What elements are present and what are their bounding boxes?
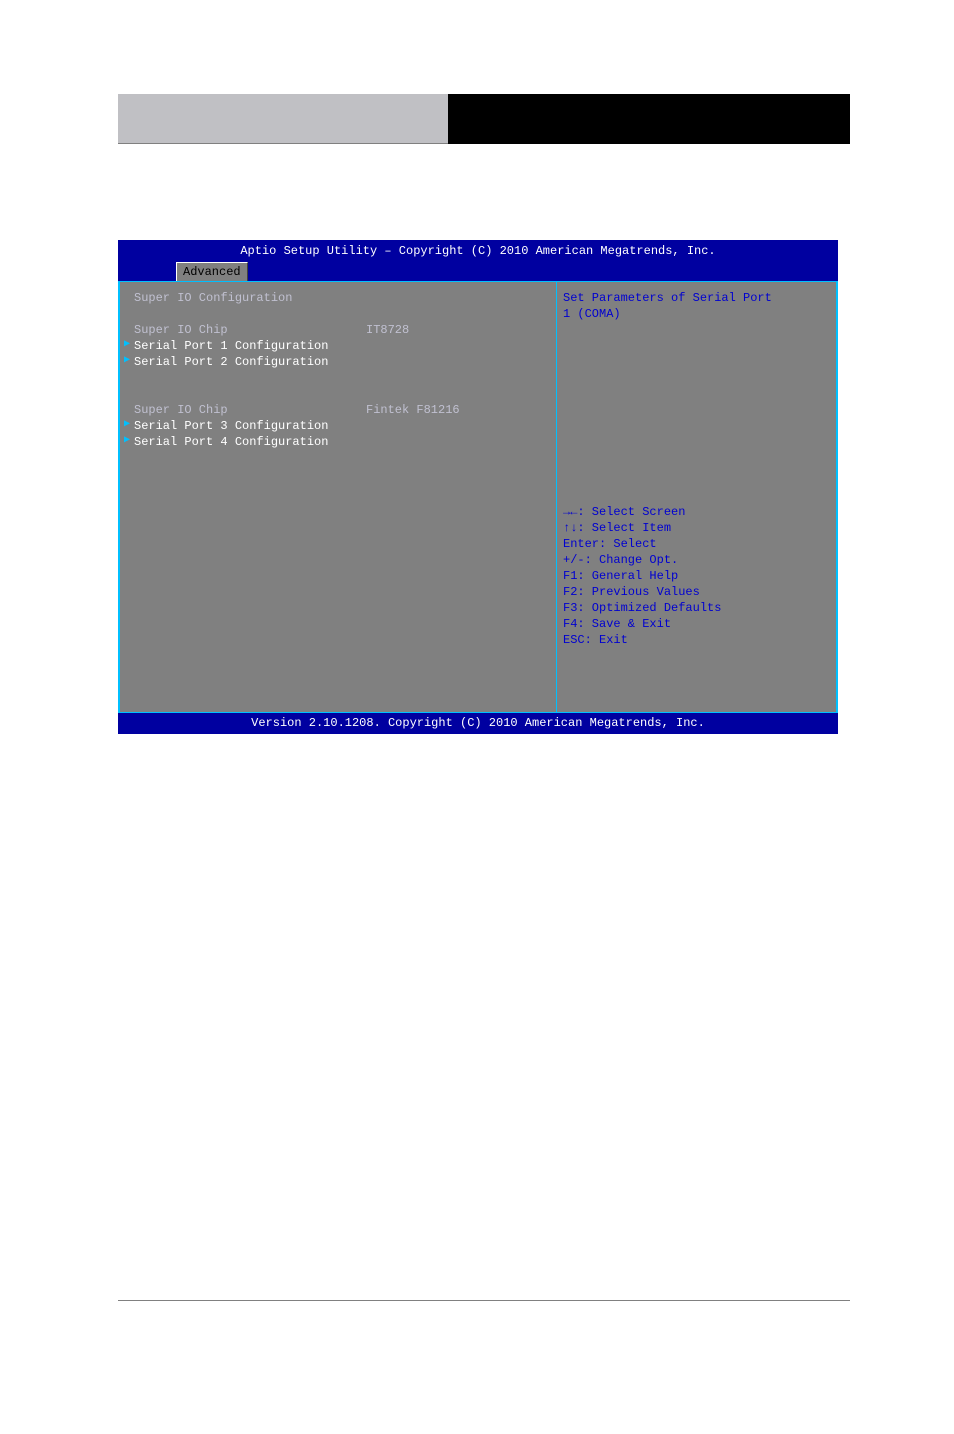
nav-previous-values: F2: Previous Values — [563, 584, 721, 600]
nav-general-help: F1: General Help — [563, 568, 721, 584]
bios-screen: Aptio Setup Utility – Copyright (C) 2010… — [118, 240, 838, 734]
super-io-chip-2: Super IO Chip Fintek F81216 — [120, 402, 556, 418]
submenu-arrow-icon: ▶ — [124, 418, 130, 430]
context-help-line-1: Set Parameters of Serial Port — [563, 290, 830, 306]
submenu-arrow-icon: ▶ — [124, 354, 130, 366]
page-header-bar — [118, 94, 850, 144]
nav-select-screen: →←: Select Screen — [563, 504, 721, 520]
super-io-chip-1: Super IO Chip IT8728 — [120, 322, 556, 338]
blank-line — [120, 306, 556, 322]
section-title: Super IO Configuration — [120, 290, 556, 306]
serial-port-1-config[interactable]: Serial Port 1 Configuration — [120, 338, 556, 354]
blank-line — [120, 386, 556, 402]
chip1-value: IT8728 — [366, 322, 409, 338]
chip2-label: Super IO Chip — [134, 403, 228, 417]
nav-enter-select: Enter: Select — [563, 536, 721, 552]
nav-esc-exit: ESC: Exit — [563, 632, 721, 648]
nav-select-item: ↑↓: Select Item — [563, 520, 721, 536]
bios-body: Super IO Configuration Super IO Chip IT87… — [118, 281, 838, 713]
submenu-arrow-icon: ▶ — [124, 434, 130, 446]
nav-save-exit: F4: Save & Exit — [563, 616, 721, 632]
page-footer-divider — [118, 1300, 850, 1361]
bios-left-panel: Super IO Configuration Super IO Chip IT87… — [118, 282, 557, 712]
header-left-block — [118, 94, 448, 144]
chip2-value: Fintek F81216 — [366, 402, 460, 418]
nav-help-block: →←: Select Screen ↑↓: Select Item Enter:… — [563, 504, 721, 648]
blank-line — [120, 370, 556, 386]
bios-tab-row: Advanced — [118, 262, 838, 281]
bios-footer: Version 2.10.1208. Copyright (C) 2010 Am… — [118, 713, 838, 734]
nav-optimized-defaults: F3: Optimized Defaults — [563, 600, 721, 616]
submenu-arrow-icon: ▶ — [124, 338, 130, 350]
bios-right-panel: Set Parameters of Serial Port 1 (COMA) →… — [557, 282, 838, 712]
context-help-line-2: 1 (COMA) — [563, 306, 830, 322]
serial-port-2-config[interactable]: Serial Port 2 Configuration — [120, 354, 556, 370]
serial-port-4-config[interactable]: Serial Port 4 Configuration — [120, 434, 556, 450]
bios-title-bar: Aptio Setup Utility – Copyright (C) 2010… — [118, 240, 838, 262]
tab-advanced[interactable]: Advanced — [176, 262, 248, 281]
nav-change-opt: +/-: Change Opt. — [563, 552, 721, 568]
chip1-label: Super IO Chip — [134, 323, 228, 337]
serial-port-3-config[interactable]: Serial Port 3 Configuration — [120, 418, 556, 434]
header-right-block — [448, 94, 850, 144]
